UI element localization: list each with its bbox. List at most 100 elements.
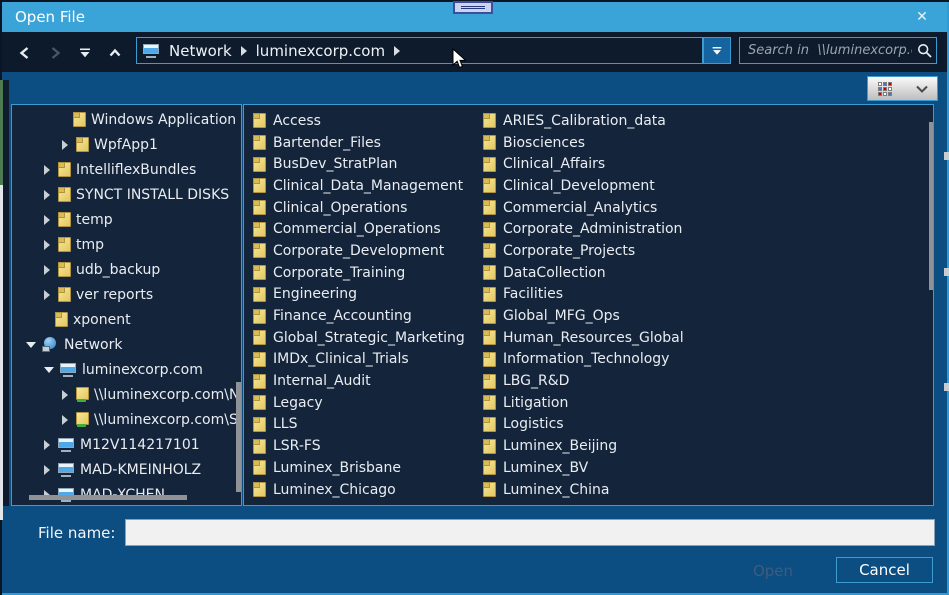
expander-icon[interactable] <box>44 289 50 300</box>
file-list-item[interactable]: IMDx_Clinical_Trials <box>244 349 474 371</box>
file-list-item[interactable]: Global_MFG_Ops <box>474 305 923 327</box>
tree-item[interactable]: M12V114217101 <box>12 432 241 457</box>
tree-horizontal-scrollbar[interactable] <box>29 495 187 500</box>
back-button[interactable] <box>14 42 36 64</box>
file-list-item[interactable]: Luminex_Brisbane <box>244 457 474 479</box>
breadcrumb[interactable]: Network luminexcorp.com <box>136 37 703 64</box>
search-input[interactable] <box>740 43 914 58</box>
file-list-item[interactable]: Clinical_Development <box>474 175 923 197</box>
file-list-item[interactable]: Biosciences <box>474 132 923 154</box>
tree-item[interactable]: tmp <box>12 232 241 257</box>
expander-icon[interactable] <box>44 366 54 373</box>
close-icon[interactable]: ✕ <box>909 2 935 32</box>
file-list-item[interactable]: LLS <box>244 414 474 436</box>
file-list-item[interactable]: Clinical_Operations <box>244 197 474 219</box>
file-list-panel: Access Bartender_Files BusDev_StratPlan Cli… <box>243 104 934 506</box>
expander-icon[interactable] <box>44 164 50 175</box>
tree-item[interactable]: Windows Application <box>12 107 241 132</box>
search-icon[interactable] <box>914 43 936 59</box>
tree-item[interactable]: SYNCT INSTALL DISKS <box>12 182 241 207</box>
file-list-item[interactable]: Clinical_Affairs <box>474 153 923 175</box>
file-list-item[interactable]: Luminex_BV <box>474 457 923 479</box>
files-vertical-scrollbar[interactable] <box>929 122 933 290</box>
tree-item-label: \\luminexcorp.com\NET <box>94 386 242 403</box>
file-list-item[interactable]: Facilities <box>474 284 923 306</box>
file-list-item[interactable]: BusDev_StratPlan <box>244 153 474 175</box>
file-list-item[interactable]: DataCollection <box>474 262 923 284</box>
expander-icon[interactable] <box>44 439 50 450</box>
file-item-label: Legacy <box>273 394 323 411</box>
file-item-label: Biosciences <box>503 134 586 151</box>
tree-item[interactable]: IntelliflexBundles <box>12 157 241 182</box>
open-button[interactable]: Open <box>737 558 809 584</box>
tree-item[interactable]: \\luminexcorp.com\NET <box>12 382 241 407</box>
folder-icon <box>253 373 266 389</box>
file-list-item[interactable]: Luminex_Chicago <box>244 479 474 501</box>
file-list-item[interactable]: LBG_R&D <box>474 370 923 392</box>
file-list-item[interactable]: Luminex_Beijing <box>474 435 923 457</box>
file-item-label: Clinical_Operations <box>273 199 408 216</box>
expander-icon[interactable] <box>62 389 68 400</box>
tree-item[interactable]: MAD-KMEINHOLZ <box>12 457 241 482</box>
file-list-item[interactable]: Global_Strategic_Marketing <box>244 327 474 349</box>
tree-item[interactable]: udb_backup <box>12 257 241 282</box>
expander-icon[interactable] <box>44 239 50 250</box>
breadcrumb-segment[interactable]: luminexcorp.com <box>256 42 385 60</box>
breadcrumb-dropdown-button[interactable] <box>703 37 731 64</box>
file-list-item[interactable]: Engineering <box>244 284 474 306</box>
folder-icon <box>483 135 496 151</box>
tree-item[interactable]: ver reports <box>12 282 241 307</box>
computer-icon <box>58 462 75 477</box>
breadcrumb-root[interactable]: Network <box>169 42 232 60</box>
file-list-item[interactable]: Access <box>244 110 474 132</box>
expander-icon[interactable] <box>62 139 68 150</box>
breadcrumb-separator-icon[interactable] <box>240 45 247 56</box>
tree-vertical-scrollbar[interactable] <box>236 382 241 492</box>
file-list-item[interactable]: Finance_Accounting <box>244 305 474 327</box>
file-list-item[interactable]: Corporate_Training <box>244 262 474 284</box>
file-list-item[interactable]: Legacy <box>244 392 474 414</box>
back-icon <box>19 47 29 59</box>
tree-item[interactable]: Network <box>12 332 241 357</box>
expander-icon[interactable] <box>44 214 50 225</box>
file-list-item[interactable]: Clinical_Data_Management <box>244 175 474 197</box>
file-list-item[interactable]: Corporate_Development <box>244 240 474 262</box>
file-list-item[interactable]: Human_Resources_Global <box>474 327 923 349</box>
tree-item[interactable]: temp <box>12 207 241 232</box>
file-list-item[interactable]: Luminex_China <box>474 479 923 501</box>
expander-icon[interactable] <box>44 464 50 475</box>
file-list-item[interactable]: Information_Technology <box>474 349 923 371</box>
view-mode-button[interactable] <box>867 76 938 101</box>
file-list-item[interactable]: Corporate_Administration <box>474 218 923 240</box>
file-list-item[interactable]: Corporate_Projects <box>474 240 923 262</box>
expander-icon[interactable] <box>62 414 68 425</box>
tree-item-label: Windows Application <box>91 111 237 128</box>
file-list-item[interactable]: ARIES_Calibration_data <box>474 110 923 132</box>
breadcrumb-separator-icon[interactable] <box>394 45 401 56</box>
cancel-button[interactable]: Cancel <box>836 557 933 583</box>
tree-item-label: ver reports <box>76 286 154 303</box>
folder-icon <box>483 482 496 498</box>
file-list-item[interactable]: Logistics <box>474 414 923 436</box>
expander-icon[interactable] <box>26 341 36 348</box>
tree-item[interactable]: xponent <box>12 307 241 332</box>
tree-item[interactable]: WpfApp1 <box>12 132 241 157</box>
tree-item[interactable]: MAD-XCHEN <box>12 482 241 505</box>
file-name-input[interactable] <box>125 519 935 546</box>
file-list-item[interactable]: Bartender_Files <box>244 132 474 154</box>
grip-handle[interactable] <box>453 1 493 14</box>
tree-item[interactable]: \\luminexcorp.com\SYS <box>12 407 241 432</box>
file-list-item[interactable]: Commercial_Analytics <box>474 197 923 219</box>
file-list-item[interactable]: Commercial_Operations <box>244 218 474 240</box>
background-artifact <box>944 268 949 276</box>
file-list-item[interactable]: LSR-FS <box>244 435 474 457</box>
file-list-item[interactable]: Litigation <box>474 392 923 414</box>
file-list-item[interactable]: Internal_Audit <box>244 370 474 392</box>
expander-icon[interactable] <box>44 264 50 275</box>
tree-item[interactable]: luminexcorp.com <box>12 357 241 382</box>
expander-icon[interactable] <box>44 189 50 200</box>
forward-button[interactable] <box>44 42 66 64</box>
recent-locations-button[interactable] <box>74 42 96 64</box>
folder-icon <box>58 237 71 252</box>
up-button[interactable] <box>104 42 126 64</box>
